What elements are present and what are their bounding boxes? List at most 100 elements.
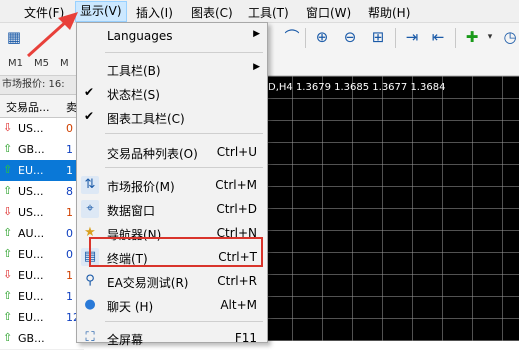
menu-view[interactable]: 显示(V) <box>75 1 127 22</box>
menu-item-label: 全屏幕 <box>107 333 144 347</box>
market-watch-row[interactable]: ⇧ US... 8 <box>0 181 84 203</box>
arrow-up-icon: ⇧ <box>3 310 13 323</box>
dropdown-arrow-icon[interactable]: ▾ <box>480 27 500 47</box>
arrow-up-icon: ⇧ <box>3 331 13 344</box>
menu-item-languages[interactable]: Languages ▶ <box>77 25 267 47</box>
menu-chart[interactable]: 图表(C) <box>191 4 233 21</box>
symbol-name: EU... <box>18 248 44 261</box>
menu-item-label: EA交易测试(R) <box>107 276 189 290</box>
menu-item-shortcut: F11 <box>234 331 257 345</box>
market-watch-icon: ⇅ <box>81 176 99 194</box>
toolbar-separator <box>455 28 456 48</box>
market-watch-row[interactable]: ⇧ EU... 1 <box>0 286 84 308</box>
menu-separator <box>105 167 263 168</box>
bid-value: 1 <box>66 206 73 219</box>
market-watch-header: 交易品... 卖 <box>0 95 84 118</box>
bid-value: 1 <box>66 290 73 303</box>
submenu-arrow-icon: ▶ <box>253 29 260 39</box>
bid-value: 8 <box>66 185 73 198</box>
crosshair-icon: ⌖ <box>81 200 99 218</box>
symbol-name: US... <box>18 206 44 219</box>
clock-icon[interactable]: ◷ <box>500 27 519 47</box>
menu-tools[interactable]: 工具(T) <box>248 4 289 21</box>
market-watch-row[interactable]: ⇩ US... 0 <box>0 118 84 140</box>
arrow-up-icon: ⇧ <box>3 142 13 155</box>
menu-separator <box>105 133 263 134</box>
checkmark-icon: ✔ <box>84 109 95 123</box>
menu-item-shortcut: Ctrl+D <box>216 202 257 216</box>
bid-value: 0 <box>66 122 73 135</box>
tile-windows-icon[interactable]: ⊞ <box>368 27 388 47</box>
timeframe-m15[interactable]: M <box>60 58 69 69</box>
symbol-name: EU... <box>18 164 44 177</box>
menu-item-label: 图表工具栏(C) <box>107 112 185 126</box>
checkmark-icon: ✔ <box>84 85 95 99</box>
bid-value: 1 <box>66 269 73 282</box>
symbol-name: GB... <box>18 332 45 345</box>
zoom-out-icon[interactable]: ⊖ <box>340 27 360 47</box>
arrow-up-icon: ⇧ <box>3 184 13 197</box>
market-watch-row[interactable]: ⇧ EU... 1 <box>0 160 84 182</box>
market-watch-title: 市场报价: 16: <box>0 76 86 95</box>
menu-item-market-watch[interactable]: ⇅ 市场报价(M) Ctrl+M <box>77 174 267 196</box>
timeframe-m1[interactable]: M1 <box>8 58 23 69</box>
fullscreen-icon: ⛶ <box>85 330 95 345</box>
menu-item-shortcut: Ctrl+U <box>216 145 257 159</box>
menu-window[interactable]: 窗口(W) <box>306 4 351 21</box>
market-watch-row[interactable]: ⇧ GB... 1 <box>0 139 84 161</box>
menu-item-label: 聊天 (H) <box>107 300 154 314</box>
column-symbol[interactable]: 交易品... <box>6 99 50 115</box>
menu-item-strategy-tester[interactable]: ⚲ EA交易测试(R) Ctrl+R <box>77 270 267 292</box>
menu-item-label: 数据窗口 <box>107 204 156 218</box>
market-watch-row[interactable]: ⇩ US... 1 <box>0 202 84 224</box>
bid-value: 1 <box>66 143 73 156</box>
symbol-name: AU... <box>18 227 45 240</box>
menu-insert[interactable]: 插入(I) <box>136 4 173 21</box>
menu-file[interactable]: 文件(F) <box>24 4 64 21</box>
arrow-down-icon: ⇩ <box>3 205 13 218</box>
menu-item-statusbar[interactable]: ✔ 状态栏(S) <box>77 82 267 104</box>
bid-value: 0 <box>66 248 73 261</box>
market-watch-row[interactable]: ⇧ EU... 12 <box>0 307 84 329</box>
menu-item-chart-toolbar[interactable]: ✔ 图表工具栏(C) <box>77 106 267 128</box>
symbol-name: US... <box>18 122 44 135</box>
market-watch-row[interactable]: ⇧ EU... 0 <box>0 244 84 266</box>
menu-separator <box>105 52 263 53</box>
menu-bar: 文件(F) 显示(V) 插入(I) 图表(C) 工具(T) 窗口(W) 帮助(H… <box>0 0 519 23</box>
menu-separator <box>105 321 263 322</box>
menu-item-shortcut: Ctrl+R <box>217 274 257 288</box>
timeframe-m5[interactable]: M5 <box>34 58 49 69</box>
market-watch-row[interactable]: ⇧ GB... <box>0 328 84 350</box>
zoom-in-icon[interactable]: ⊕ <box>312 27 332 47</box>
market-watch-row[interactable]: ⇧ AU... 0 <box>0 223 84 245</box>
menu-item-label: 状态栏(S) <box>107 88 160 102</box>
indicators-icon[interactable]: ✚ <box>462 27 482 47</box>
market-watch-row[interactable]: ⇩ EU... 1 <box>0 265 84 287</box>
menu-item-shortcut: Alt+M <box>220 298 257 312</box>
menu-item-label: Languages <box>107 29 173 43</box>
menu-item-label: 工具栏(B) <box>107 64 161 78</box>
menu-item-label: 交易品种列表(O) <box>107 147 198 161</box>
line-chart-icon[interactable]: ⌒ <box>282 27 302 47</box>
symbol-name: EU... <box>18 269 44 282</box>
arrow-up-icon: ⇧ <box>3 226 13 239</box>
tester-icon: ⚲ <box>85 273 95 288</box>
menu-help[interactable]: 帮助(H) <box>368 4 410 21</box>
symbol-name: EU... <box>18 311 44 324</box>
arrow-up-icon: ⇧ <box>3 163 13 176</box>
chart-area[interactable] <box>262 76 519 341</box>
chat-bubble-icon: ● <box>84 297 96 312</box>
new-chart-icon[interactable]: ▦ <box>4 27 24 47</box>
chart-shift-icon[interactable]: ⇤ <box>428 27 448 47</box>
submenu-arrow-icon: ▶ <box>253 62 260 72</box>
bid-value: 1 <box>66 164 73 177</box>
menu-item-fullscreen[interactable]: ⛶ 全屏幕 F11 <box>77 327 267 349</box>
symbol-name: EU... <box>18 290 44 303</box>
menu-item-toolbars[interactable]: 工具栏(B) ▶ <box>77 58 267 80</box>
menu-item-data-window[interactable]: ⌖ 数据窗口 Ctrl+D <box>77 198 267 220</box>
autoscroll-icon[interactable]: ⇥ <box>402 27 422 47</box>
arrow-down-icon: ⇩ <box>3 268 13 281</box>
menu-item-chat[interactable]: ● 聊天 (H) Alt+M <box>77 294 267 316</box>
menu-item-symbols[interactable]: 交易品种列表(O) Ctrl+U <box>77 141 267 163</box>
symbol-name: GB... <box>18 143 45 156</box>
